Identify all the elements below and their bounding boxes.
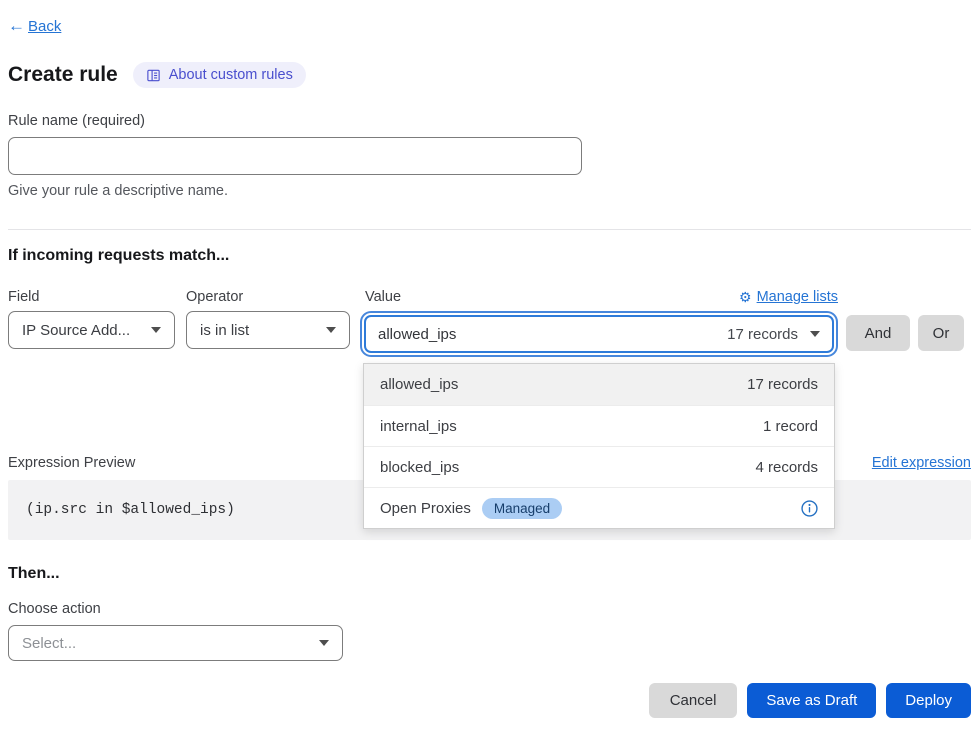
list-option-name: internal_ips — [380, 418, 457, 435]
page-title: Create rule — [8, 63, 118, 87]
condition-row: IP Source Add... is in list allowed_ips … — [8, 311, 971, 357]
chevron-down-icon — [326, 327, 336, 333]
operator-select[interactable]: is in list — [186, 311, 350, 349]
back-arrow-icon: ← — [8, 16, 25, 36]
value-selected-meta: 17 records — [727, 326, 798, 343]
list-option-open-proxies[interactable]: Open Proxies Managed — [364, 487, 834, 528]
value-label: Value — [365, 289, 401, 305]
list-option-internal-ips[interactable]: internal_ips 1 record — [364, 405, 834, 446]
list-option-blocked-ips[interactable]: blocked_ips 4 records — [364, 446, 834, 487]
expression-code: (ip.src in $allowed_ips) — [26, 502, 235, 518]
managed-badge: Managed — [482, 498, 562, 519]
value-selected: allowed_ips — [378, 326, 456, 343]
edit-expression-link[interactable]: Edit expression — [872, 455, 971, 471]
list-option-name: blocked_ips — [380, 459, 459, 476]
and-button[interactable]: And — [846, 315, 910, 351]
list-option-meta: 1 record — [763, 418, 818, 435]
action-select[interactable]: Select... — [8, 625, 343, 661]
action-select-placeholder: Select... — [22, 635, 76, 652]
gear-icon: ⚙ — [739, 290, 752, 304]
chevron-down-icon — [151, 327, 161, 333]
book-icon — [146, 68, 161, 83]
then-section-heading: Then... — [8, 565, 971, 583]
rule-name-label: Rule name (required) — [8, 113, 971, 129]
save-as-draft-button[interactable]: Save as Draft — [747, 683, 876, 718]
match-section-heading: If incoming requests match... — [8, 247, 971, 265]
value-combobox[interactable]: allowed_ips 17 records — [364, 315, 834, 353]
list-option-meta: 17 records — [747, 376, 818, 393]
expression-preview-label: Expression Preview — [8, 455, 135, 471]
manage-lists-link[interactable]: ⚙ Manage lists — [739, 289, 838, 305]
cancel-button[interactable]: Cancel — [649, 683, 738, 718]
chevron-down-icon — [810, 331, 820, 337]
rule-name-help: Give your rule a descriptive name. — [8, 183, 971, 199]
create-rule-page: ← Back Create rule About custom rules Ru… — [0, 0, 979, 718]
title-row: Create rule About custom rules — [8, 62, 971, 88]
list-option-allowed-ips[interactable]: allowed_ips 17 records — [364, 364, 834, 405]
list-option-meta: 4 records — [755, 459, 818, 476]
section-divider — [8, 229, 971, 230]
list-option-name: allowed_ips — [380, 376, 458, 393]
field-select[interactable]: IP Source Add... — [8, 311, 175, 349]
operator-label: Operator — [186, 289, 350, 305]
about-label: About custom rules — [169, 67, 293, 83]
footer-actions: Cancel Save as Draft Deploy — [8, 683, 971, 718]
about-custom-rules-link[interactable]: About custom rules — [133, 62, 306, 88]
rule-name-input[interactable] — [8, 137, 582, 175]
or-button[interactable]: Or — [918, 315, 964, 351]
back-label: Back — [28, 18, 61, 35]
operator-select-value: is in list — [200, 322, 249, 339]
list-dropdown: allowed_ips 17 records internal_ips 1 re… — [363, 363, 835, 529]
chevron-down-icon — [319, 640, 329, 646]
deploy-button[interactable]: Deploy — [886, 683, 971, 718]
field-select-value: IP Source Add... — [22, 322, 130, 339]
value-combobox-wrapper: allowed_ips 17 records allowed_ips 17 re… — [360, 311, 838, 357]
back-link[interactable]: ← Back — [8, 16, 61, 36]
field-label: Field — [8, 289, 175, 305]
manage-lists-label: Manage lists — [757, 289, 838, 305]
info-icon[interactable] — [801, 500, 818, 517]
choose-action-label: Choose action — [8, 601, 971, 617]
condition-labels-row: Field Operator Value ⚙ Manage lists — [8, 289, 971, 305]
list-option-name: Open Proxies — [380, 500, 471, 517]
